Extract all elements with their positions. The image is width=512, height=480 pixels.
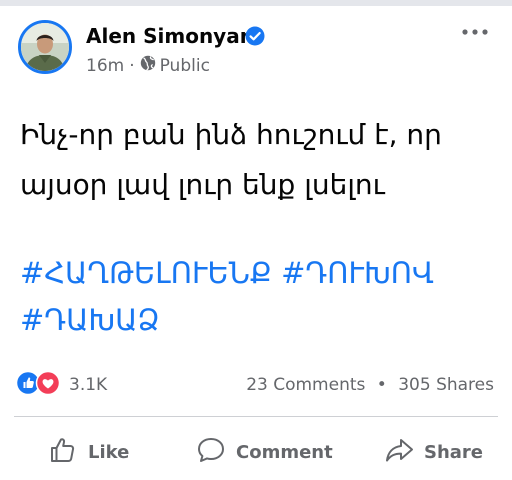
divider: [14, 416, 498, 417]
like-label: Like: [88, 441, 130, 463]
post-card: Alen Simonyan 16m · Public Ինչ-որ բան ին…: [0, 6, 512, 480]
share-label: Share: [424, 441, 484, 463]
post-text: Ինչ-որ բան ինձ հուշում է, որ այսօր լավ լ…: [20, 110, 496, 210]
hashtags: #ՀԱՂԹԵԼՈՒԵՆՔ #ԴՈՒԽՈՎ #ԴԱԽԱՁ: [20, 250, 496, 344]
globe-icon: [140, 55, 160, 76]
avatar[interactable]: [18, 20, 72, 74]
counts-separator: •: [376, 375, 387, 395]
hashtag-link[interactable]: #ԴՈՒԽՈՎ: [281, 256, 434, 290]
post-actions: Like Comment Share: [0, 430, 512, 478]
meta-separator: ·: [129, 55, 135, 76]
shares-count[interactable]: 305 Shares: [398, 375, 494, 395]
post-text-line: Ինչ-որ բան ինձ հուշում է, որ: [20, 118, 442, 151]
comment-button[interactable]: Comment: [196, 434, 333, 470]
share-button[interactable]: Share: [384, 434, 483, 470]
share-arrow-icon: [384, 435, 424, 470]
reactions-summary[interactable]: 3.1K: [15, 370, 108, 400]
comments-count[interactable]: 23 Comments: [246, 375, 365, 395]
engagement-counts: 23 Comments • 305 Shares: [246, 375, 494, 395]
hashtag-link[interactable]: #ԴԱԽԱՁ: [20, 303, 160, 337]
comment-label: Comment: [236, 441, 333, 463]
like-button[interactable]: Like: [48, 434, 129, 470]
hashtag-link[interactable]: #ՀԱՂԹԵԼՈՒԵՆՔ: [20, 256, 272, 290]
love-reaction-icon: [35, 370, 61, 400]
post-text-line: այսօր լավ լուր ենք լսելու: [20, 168, 385, 201]
post-meta: 16m · Public: [86, 55, 210, 76]
more-options-icon[interactable]: [458, 22, 492, 42]
comment-bubble-icon: [196, 435, 236, 470]
audience-label: Public: [159, 55, 210, 76]
thumbs-up-icon: [48, 435, 88, 470]
author-name[interactable]: Alen Simonyan: [86, 24, 254, 48]
verified-badge-icon: [245, 26, 265, 46]
post-time[interactable]: 16m: [86, 56, 124, 76]
reaction-count: 3.1K: [69, 375, 108, 395]
